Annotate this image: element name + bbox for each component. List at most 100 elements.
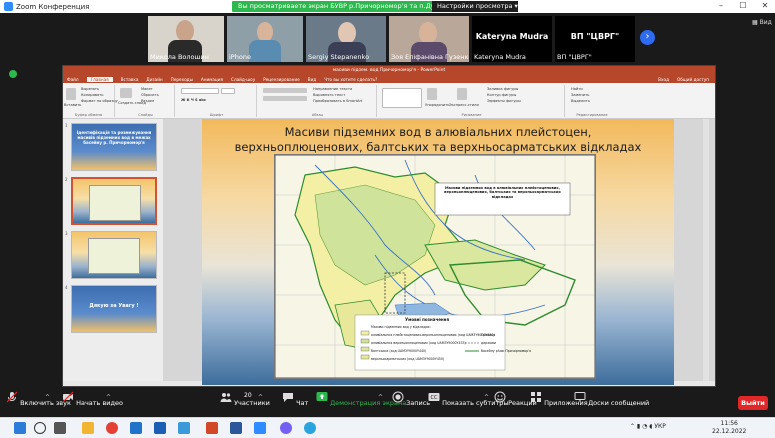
share-options-caret[interactable]: ^ [378, 394, 383, 401]
font-name-field[interactable] [181, 88, 219, 94]
maximize-button[interactable]: ☐ [733, 0, 753, 13]
chrome-icon[interactable] [106, 422, 118, 434]
participant-tile[interactable]: Sergiy Stepanenko [306, 16, 386, 62]
paragraph-group: Направление текста Выровнять текст Преоб… [259, 85, 377, 117]
new-slide-icon[interactable] [120, 88, 132, 98]
participant-name: Зоя Епіфанівна Гузенко [391, 53, 469, 61]
participant-tile[interactable]: Микола Волошин [148, 16, 224, 62]
telegram-icon[interactable] [304, 422, 316, 434]
next-page-button[interactable]: › [640, 30, 655, 45]
thumb-text: Ідентифікація та розмежування масивів пі… [76, 130, 152, 145]
layout-button[interactable]: Макет [141, 87, 153, 91]
shapes-gallery[interactable] [382, 88, 422, 108]
select-button[interactable]: Выделить [571, 99, 590, 103]
tab-design[interactable]: Дизайн [146, 77, 162, 82]
leave-button[interactable]: Выйти [738, 396, 768, 410]
slide-thumbnail[interactable]: Дякую за Увагу ! [71, 285, 157, 333]
copy-button[interactable]: Копировать [81, 93, 103, 97]
cut-button[interactable]: Вырезать [81, 87, 99, 91]
shape-effects-button[interactable]: Эффекты фигуры [487, 99, 521, 103]
tab-file[interactable]: Файл [67, 77, 79, 82]
share-screen-button[interactable]: Демонстрация экрана [316, 391, 406, 407]
arrange-button[interactable]: Упорядочить [425, 103, 450, 107]
font-size-field[interactable] [221, 88, 235, 94]
paste-button[interactable]: Вставить [64, 103, 81, 107]
zoom-window: Zoom Конференция Вы просматриваете экран… [0, 0, 775, 438]
whiteboards-button[interactable]: Доски сообщений [574, 391, 649, 407]
participants-caret[interactable]: ^ [258, 394, 263, 401]
smartart-button[interactable]: Преобразовать в SmartArt [313, 99, 362, 103]
slide-thumbnails-pane: 1 Ідентифікація та розмежування масивів … [63, 119, 163, 381]
zoom-taskbar-icon[interactable] [254, 422, 266, 434]
shape-fill-button[interactable]: Заливка фигуры [487, 87, 518, 91]
close-button[interactable]: ✕ [755, 0, 775, 13]
slide-title: Масиви підземних вод в алювіальних плейс… [234, 125, 642, 154]
minimize-button[interactable]: – [711, 0, 731, 13]
participant-tile[interactable]: Kateryna Mudra Kateryna Mudra [472, 16, 552, 62]
chat-button[interactable]: Чат [282, 391, 308, 407]
participant-name: ВП "ЦВРГ" [557, 53, 592, 61]
shape-outline-button[interactable]: Контур фигуры [487, 93, 516, 97]
word-icon[interactable] [230, 422, 242, 434]
slide-thumbnail[interactable]: Ідентифікація та розмежування масивів пі… [71, 123, 157, 171]
sign-in-link[interactable]: Вход [658, 77, 669, 82]
share-link[interactable]: Общий доступ [677, 77, 709, 82]
legend-item: балтських (код UAM3Y9000Y440) [371, 349, 427, 353]
reset-button[interactable]: Сбросить [141, 93, 159, 97]
clock[interactable]: 11:56 22.12.2022 [712, 420, 746, 436]
bold-button[interactable]: Ж К Ч S abc [181, 98, 206, 102]
task-view-icon[interactable] [54, 422, 66, 434]
outlook-icon[interactable] [130, 422, 142, 434]
format-painter-button[interactable]: Формат по образцу [81, 99, 118, 103]
current-slide[interactable]: Масиви підземних вод в алювіальних плейс… [202, 119, 674, 385]
text-direction-button[interactable]: Направление текста [313, 87, 352, 91]
edge-icon[interactable] [178, 422, 190, 434]
tab-slideshow[interactable]: Слайд-шоу [231, 77, 255, 82]
align-icons[interactable] [263, 96, 307, 101]
view-options-button[interactable]: Настройки просмотра ▾ [432, 1, 518, 12]
participant-tile[interactable]: iPhone [227, 16, 303, 62]
file-explorer-icon[interactable] [82, 422, 94, 434]
quick-styles-button[interactable]: Экспресс-стили [449, 103, 479, 107]
thumb-text: Дякую за Увагу ! [89, 303, 139, 309]
tab-transitions[interactable]: Переходы [171, 77, 193, 82]
tab-home[interactable]: Главная [86, 76, 113, 82]
thumb-number: 1 [65, 123, 68, 128]
list-icons[interactable] [263, 88, 307, 93]
arrange-icon[interactable] [427, 88, 437, 100]
viber-icon[interactable] [280, 422, 292, 434]
system-tray[interactable]: ⌃ ▮ ◔ ◖ УКР [630, 423, 666, 430]
section-button[interactable]: Раздел [141, 99, 154, 103]
meeting-toolbar: Включить звук ^ Начать видео ^ Участники… [0, 389, 775, 417]
align-text-button[interactable]: Выровнять текст [313, 93, 345, 97]
tell-me-search[interactable]: Что вы хотите сделать? [324, 77, 377, 82]
tab-animation[interactable]: Анимация [201, 77, 223, 82]
record-button[interactable]: Запись [392, 391, 430, 407]
mail-icon[interactable] [154, 422, 166, 434]
powerpoint-taskbar-icon[interactable] [206, 422, 218, 434]
start-video-button[interactable]: Начать видео [62, 391, 123, 407]
apps-button[interactable]: Приложения [530, 391, 588, 407]
start-icon[interactable] [14, 422, 26, 434]
find-button[interactable]: Найти [571, 87, 583, 91]
video-options-caret[interactable]: ^ [106, 394, 111, 401]
slide-scrollbar[interactable] [703, 119, 709, 381]
quick-styles-icon[interactable] [457, 88, 467, 100]
paste-icon[interactable] [66, 88, 76, 100]
encryption-shield-icon[interactable] [9, 70, 17, 78]
slide-thumbnail[interactable] [71, 231, 157, 279]
search-icon[interactable] [34, 422, 46, 434]
audio-options-caret[interactable]: ^ [45, 394, 50, 401]
captions-caret[interactable]: ^ [484, 394, 489, 401]
unmute-button[interactable]: Включить звук [6, 391, 71, 407]
participant-tile[interactable]: ВП "ЦВРГ" ВП "ЦВРГ" [555, 16, 635, 62]
tab-view[interactable]: Вид [308, 77, 317, 82]
replace-button[interactable]: Заменить [571, 93, 589, 97]
reactions-button[interactable]: Реакции [494, 391, 537, 407]
tab-review[interactable]: Рецензирование [263, 77, 300, 82]
captions-button[interactable]: CC Показать субтитры [428, 391, 508, 407]
slide-thumbnail-selected[interactable] [71, 177, 157, 225]
view-button[interactable]: ▦ Вид [752, 19, 772, 26]
tab-insert[interactable]: Вставка [121, 77, 139, 82]
participant-tile[interactable]: Зоя Епіфанівна Гузенко [389, 16, 469, 62]
